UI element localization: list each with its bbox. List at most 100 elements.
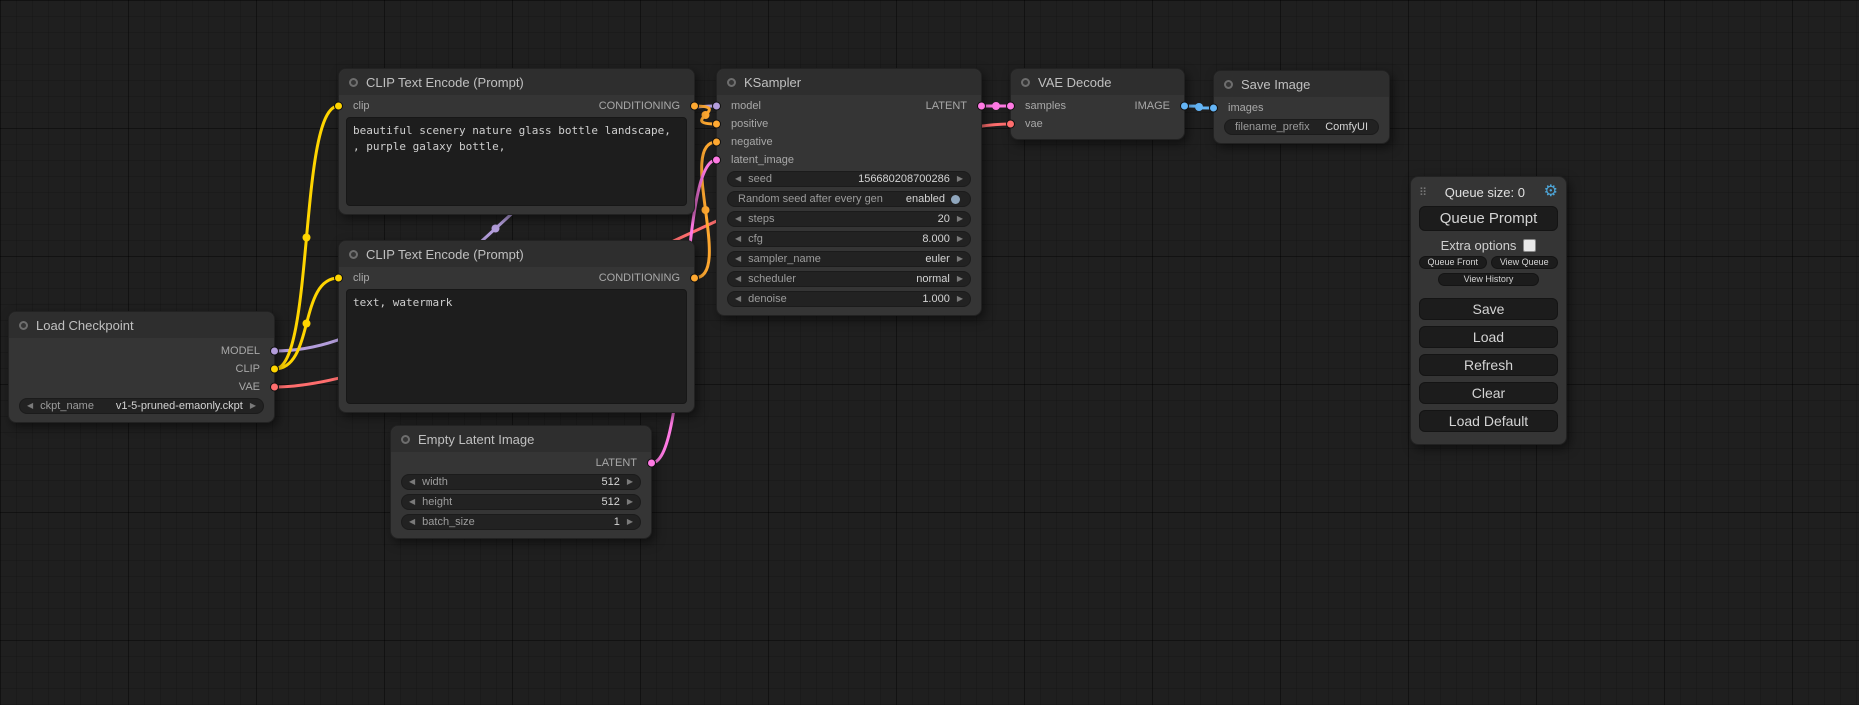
widget-filename-prefix[interactable]: filename_prefix ComfyUI	[1224, 119, 1379, 135]
increase-icon[interactable]: ▶	[957, 235, 963, 243]
widget-seed[interactable]: ◀ seed 156680208700286 ▶	[727, 171, 971, 187]
widget-random-seed[interactable]: Random seed after every gen enabled	[727, 191, 971, 207]
input-label-negative: negative	[731, 136, 773, 148]
extra-options-checkbox[interactable]	[1523, 239, 1536, 252]
decrease-icon[interactable]: ◀	[735, 235, 741, 243]
decrease-icon[interactable]: ◀	[735, 175, 741, 183]
output-port-model[interactable]	[270, 347, 279, 356]
output-port-latent[interactable]	[977, 102, 986, 111]
node-title-bar[interactable]: CLIP Text Encode (Prompt)	[339, 69, 694, 95]
settings-gear-icon[interactable]: ⚙	[1544, 184, 1558, 200]
collapse-icon[interactable]	[727, 78, 736, 87]
output-port-conditioning[interactable]	[690, 274, 699, 283]
graph-canvas[interactable]: Load Checkpoint MODEL CLIP VAE ◀ ckpt_na…	[0, 0, 1859, 705]
widget-steps[interactable]: ◀ steps 20 ▶	[727, 211, 971, 227]
increase-icon[interactable]: ▶	[627, 498, 633, 506]
drag-handle-icon[interactable]: ⠿	[1419, 186, 1426, 199]
node-clip-text-encode-negative[interactable]: CLIP Text Encode (Prompt) clip CONDITION…	[338, 240, 695, 413]
output-port-clip[interactable]	[270, 365, 279, 374]
decrease-icon[interactable]: ◀	[409, 518, 415, 526]
refresh-button[interactable]: Refresh	[1419, 354, 1558, 376]
decrease-icon[interactable]: ◀	[735, 255, 741, 263]
input-port-model[interactable]	[712, 102, 721, 111]
widget-cfg[interactable]: ◀ cfg 8.000 ▶	[727, 231, 971, 247]
widget-width[interactable]: ◀ width 512 ▶	[401, 474, 641, 490]
load-default-button[interactable]: Load Default	[1419, 410, 1558, 432]
widget-height[interactable]: ◀ height 512 ▶	[401, 494, 641, 510]
widget-scheduler[interactable]: ◀ scheduler normal ▶	[727, 271, 971, 287]
output-port-image[interactable]	[1180, 102, 1189, 111]
widget-value: enabled	[906, 193, 945, 205]
node-save-image[interactable]: Save Image images filename_prefix ComfyU…	[1213, 70, 1390, 144]
input-port-latent-image[interactable]	[712, 156, 721, 165]
increase-icon[interactable]: ▶	[957, 175, 963, 183]
widget-name: sampler_name	[748, 253, 821, 265]
random-seed-toggle[interactable]	[951, 195, 960, 204]
queue-front-button[interactable]: Queue Front	[1419, 256, 1487, 269]
collapse-icon[interactable]	[401, 435, 410, 444]
node-vae-decode[interactable]: VAE Decode samples IMAGE vae	[1010, 68, 1185, 140]
input-port-negative[interactable]	[712, 138, 721, 147]
input-port-samples[interactable]	[1006, 102, 1015, 111]
widget-name: denoise	[748, 293, 787, 305]
input-label-samples: samples	[1025, 100, 1066, 112]
output-port-latent[interactable]	[647, 459, 656, 468]
negative-prompt-textarea[interactable]: text, watermark	[346, 289, 687, 404]
queue-prompt-button[interactable]: Queue Prompt	[1419, 206, 1558, 231]
increase-icon[interactable]: ▶	[957, 215, 963, 223]
collapse-icon[interactable]	[349, 78, 358, 87]
node-title-bar[interactable]: Load Checkpoint	[9, 312, 274, 338]
widget-batch-size[interactable]: ◀ batch_size 1 ▶	[401, 514, 641, 530]
widget-sampler-name[interactable]: ◀ sampler_name euler ▶	[727, 251, 971, 267]
increase-icon[interactable]: ▶	[250, 402, 256, 410]
widget-ckpt-name[interactable]: ◀ ckpt_name v1-5-pruned-emaonly.ckpt ▶	[19, 398, 264, 414]
input-label-clip: clip	[353, 272, 370, 284]
increase-icon[interactable]: ▶	[627, 478, 633, 486]
output-port-conditioning[interactable]	[690, 102, 699, 111]
widget-value: euler	[925, 253, 949, 265]
decrease-icon[interactable]: ◀	[409, 498, 415, 506]
node-empty-latent-image[interactable]: Empty Latent Image LATENT ◀ width 512 ▶ …	[390, 425, 652, 539]
decrease-icon[interactable]: ◀	[735, 215, 741, 223]
input-port-positive[interactable]	[712, 120, 721, 129]
output-port-vae[interactable]	[270, 383, 279, 392]
load-button[interactable]: Load	[1419, 326, 1558, 348]
node-load-checkpoint[interactable]: Load Checkpoint MODEL CLIP VAE ◀ ckpt_na…	[8, 311, 275, 423]
decrease-icon[interactable]: ◀	[735, 275, 741, 283]
collapse-icon[interactable]	[349, 250, 358, 259]
increase-icon[interactable]: ▶	[957, 295, 963, 303]
decrease-icon[interactable]: ◀	[735, 295, 741, 303]
collapse-icon[interactable]	[1021, 78, 1030, 87]
input-port-clip[interactable]	[334, 274, 343, 283]
collapse-icon[interactable]	[19, 321, 28, 330]
node-title-bar[interactable]: Empty Latent Image	[391, 426, 651, 452]
increase-icon[interactable]: ▶	[957, 275, 963, 283]
node-title-bar[interactable]: CLIP Text Encode (Prompt)	[339, 241, 694, 267]
increase-icon[interactable]: ▶	[627, 518, 633, 526]
extra-options-row: Extra options	[1419, 236, 1558, 254]
queue-menu-panel: ⠿ Queue size: 0 ⚙ Queue Prompt Extra opt…	[1410, 176, 1567, 445]
save-button[interactable]: Save	[1419, 298, 1558, 320]
node-title-bar[interactable]: KSampler	[717, 69, 981, 95]
widget-denoise[interactable]: ◀ denoise 1.000 ▶	[727, 291, 971, 307]
decrease-icon[interactable]: ◀	[409, 478, 415, 486]
node-title: CLIP Text Encode (Prompt)	[366, 75, 524, 90]
node-title-bar[interactable]: Save Image	[1214, 71, 1389, 97]
output-row: LATENT	[391, 454, 651, 472]
view-queue-button[interactable]: View Queue	[1491, 256, 1559, 269]
node-title: Load Checkpoint	[36, 318, 134, 333]
increase-icon[interactable]: ▶	[957, 255, 963, 263]
view-history-button[interactable]: View History	[1438, 273, 1538, 286]
input-port-clip[interactable]	[334, 102, 343, 111]
node-ksampler[interactable]: KSampler model LATENT positive negative …	[716, 68, 982, 316]
input-port-images[interactable]	[1209, 104, 1218, 113]
output-label-conditioning: CONDITIONING	[599, 100, 680, 112]
collapse-icon[interactable]	[1224, 80, 1233, 89]
input-label-clip: clip	[353, 100, 370, 112]
positive-prompt-textarea[interactable]: beautiful scenery nature glass bottle la…	[346, 117, 687, 206]
node-title-bar[interactable]: VAE Decode	[1011, 69, 1184, 95]
clear-button[interactable]: Clear	[1419, 382, 1558, 404]
node-clip-text-encode-positive[interactable]: CLIP Text Encode (Prompt) clip CONDITION…	[338, 68, 695, 215]
input-port-vae[interactable]	[1006, 120, 1015, 129]
decrease-icon[interactable]: ◀	[27, 402, 33, 410]
